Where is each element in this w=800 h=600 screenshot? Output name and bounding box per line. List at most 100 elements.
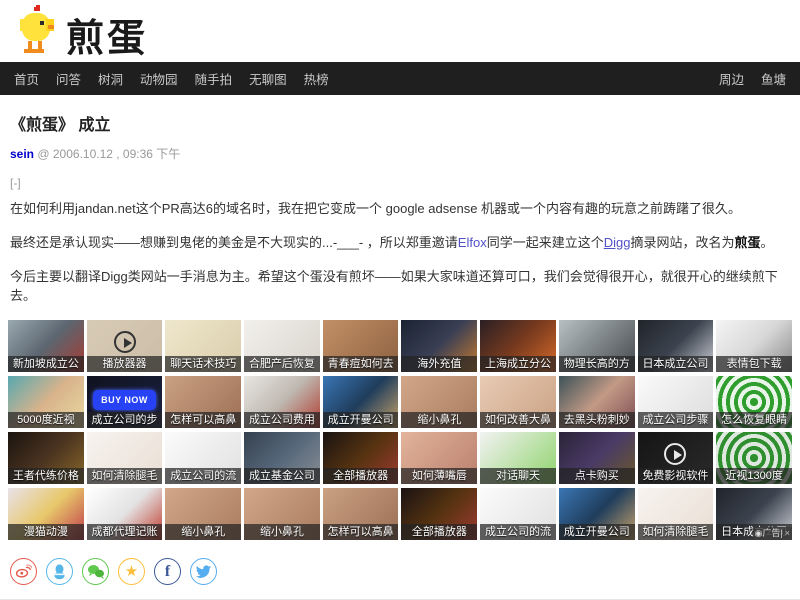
ad-thumbnail[interactable]: 如何薄嘴唇 [401,432,477,484]
ad-thumbnail[interactable]: 成立开曼公司 [323,376,399,428]
ad-thumbnail[interactable]: 成都代理记账 [87,488,163,540]
ad-caption: 如何改善大鼻 [480,412,556,428]
ad-thumbnail[interactable]: 如何清除腿毛 [638,488,714,540]
nav-item-动物园[interactable]: 动物园 [140,73,178,87]
ad-thumbnail[interactable]: 播放器器 [87,320,163,372]
ad-thumbnail[interactable]: 近视1300度 [716,432,792,484]
jandan-chick-icon [14,5,60,58]
ad-caption: 近视1300度 [716,468,792,484]
ad-caption: 5000度近视 [8,412,84,428]
ad-thumbnail[interactable]: 缩小鼻孔 [165,488,241,540]
author-link[interactable]: sein [10,147,34,161]
ad-thumbnail[interactable]: 成立开曼公司 [559,488,635,540]
ad-thumbnail[interactable]: 全部播放器 [323,432,399,484]
ad-caption: 去黑头粉刺妙 [559,412,635,428]
ad-thumbnail[interactable]: 表情包下载 [716,320,792,372]
nav-item-随手拍[interactable]: 随手拍 [195,73,233,87]
nav-item-问答[interactable]: 问答 [56,73,81,87]
ad-thumbnail[interactable]: 怎么恢复眼睛 [716,376,792,428]
ad-thumbnail[interactable]: 如何清除腿毛 [87,432,163,484]
ad-thumbnail[interactable]: 漫猫动漫 [8,488,84,540]
ad-caption: 表情包下载 [716,356,792,372]
ad-caption: 对话聊天 [480,468,556,484]
nav-item-周边[interactable]: 周边 [719,73,744,87]
share-bar: ★ f [10,558,800,585]
ad-label-badge: ◉广告|× [753,527,792,540]
ad-caption: 如何薄嘴唇 [401,468,477,484]
ad-caption: 成立基金公司 [244,468,320,484]
main-nav: 首页 问答 树洞 动物园 随手拍 无聊图 热榜 周边 鱼塘 [0,62,800,95]
site-logo[interactable]: 煎蛋 [14,5,148,58]
nav-left-list: 首页 问答 树洞 动物园 随手拍 无聊图 热榜 [14,69,329,89]
ad-caption: 漫猫动漫 [8,524,84,540]
ad-caption: 缩小鼻孔 [244,524,320,540]
ad-thumbnail[interactable]: 免费影视软件 [638,432,714,484]
digg-link[interactable]: Digg [604,235,631,250]
buy-now-button[interactable]: BUY NOW [93,390,157,410]
share-facebook-icon[interactable]: f [154,558,181,585]
nav-item-首页[interactable]: 首页 [14,73,39,87]
paragraph-2: 最终还是承认现实——想赚到鬼佬的美金是不大现实的...-___- ，所以郑重邀请… [10,234,792,253]
share-qq-icon[interactable] [46,558,73,585]
ad-thumbnail[interactable]: 王者代练价格 [8,432,84,484]
nav-right-list: 周边 鱼塘 [719,69,786,89]
ad-thumbnail[interactable]: 如何改善大鼻 [480,376,556,428]
ad-caption: 怎样可以高鼻 [323,524,399,540]
nav-item-树洞[interactable]: 树洞 [98,73,123,87]
site-header: 煎蛋 [0,0,800,62]
ad-thumbnail[interactable]: 怎样可以高鼻 [323,488,399,540]
share-weibo-icon[interactable] [10,558,37,585]
p2-bold: 煎蛋 [734,235,760,250]
share-twitter-icon[interactable] [190,558,217,585]
ad-caption: 如何清除腿毛 [87,468,163,484]
ad-thumbnail[interactable]: 青春痘如何去 [323,320,399,372]
ad-caption: 成立公司步骤 [638,412,714,428]
ad-thumbnail[interactable]: 成立基金公司 [244,432,320,484]
ad-caption: 合肥产后恢复 [244,356,320,372]
paragraph-3: 今后主要以翻译Digg类网站一手消息为主。希望这个蛋没有煎坏——如果大家味道还算… [10,268,792,306]
ad-thumbnail[interactable]: 成立公司的流 [165,432,241,484]
nav-item-无聊图[interactable]: 无聊图 [249,73,287,87]
ad-thumbnail[interactable]: 对话聊天 [480,432,556,484]
ad-thumbnail[interactable]: 物理长高的方 [559,320,635,372]
ad-thumbnail[interactable]: BUY NOW成立公司的步 [87,376,163,428]
ad-caption: 成立开曼公司 [559,524,635,540]
ad-thumbnail[interactable]: 成立公司步骤 [638,376,714,428]
post-date: @ 2006.10.12 , 09:36 下午 [37,147,180,161]
ad-close-icon[interactable]: × [785,527,790,540]
ad-caption: 成都代理记账 [87,524,163,540]
ad-caption: 成立公司费用 [244,412,320,428]
ad-thumbnail[interactable]: 日本成立公司◉广告|× [716,488,792,540]
p2-text: 。 [761,235,774,250]
ad-thumbnail[interactable]: 日本成立公司 [638,320,714,372]
play-icon [114,331,136,353]
ad-thumbnail[interactable]: 上海成立分公 [480,320,556,372]
p2-text: 同学一起来建立这个 [487,235,604,250]
ad-caption: 物理长高的方 [559,356,635,372]
share-wechat-icon[interactable] [82,558,109,585]
ad-thumbnail[interactable]: 去黑头粉刺妙 [559,376,635,428]
ad-caption: 怎样可以高鼻 [165,412,241,428]
ad-thumbnail[interactable]: 海外充值 [401,320,477,372]
ad-caption: 海外充值 [401,356,477,372]
nav-item-热榜[interactable]: 热榜 [304,73,329,87]
ad-thumbnail[interactable]: 缩小鼻孔 [244,488,320,540]
ad-thumbnail[interactable]: 成立公司的流 [480,488,556,540]
ad-caption: 上海成立分公 [480,356,556,372]
ad-thumbnail[interactable]: 5000度近视 [8,376,84,428]
ad-thumbnail[interactable]: 怎样可以高鼻 [165,376,241,428]
ad-thumbnail[interactable]: 缩小鼻孔 [401,376,477,428]
ad-thumbnail[interactable]: 点卡购买 [559,432,635,484]
ad-thumbnail[interactable]: 新加坡成立公 [8,320,84,372]
ad-thumbnail[interactable]: 聊天话术技巧 [165,320,241,372]
ad-thumbnail[interactable]: 成立公司费用 [244,376,320,428]
share-qzone-icon[interactable]: ★ [118,558,145,585]
nav-item-鱼塘[interactable]: 鱼塘 [761,73,786,87]
elfox-link[interactable]: Elfox [458,235,487,250]
collapse-toggle[interactable]: [-] [10,176,792,190]
ad-thumbnail[interactable]: 全部播放器 [401,488,477,540]
ad-caption: 全部播放器 [401,524,477,540]
ad-caption: 播放器器 [87,356,163,372]
ad-thumbnail[interactable]: 合肥产后恢复 [244,320,320,372]
ad-thumbnail-grid: 新加坡成立公播放器器聊天话术技巧合肥产后恢复青春痘如何去海外充值上海成立分公物理… [8,320,792,540]
